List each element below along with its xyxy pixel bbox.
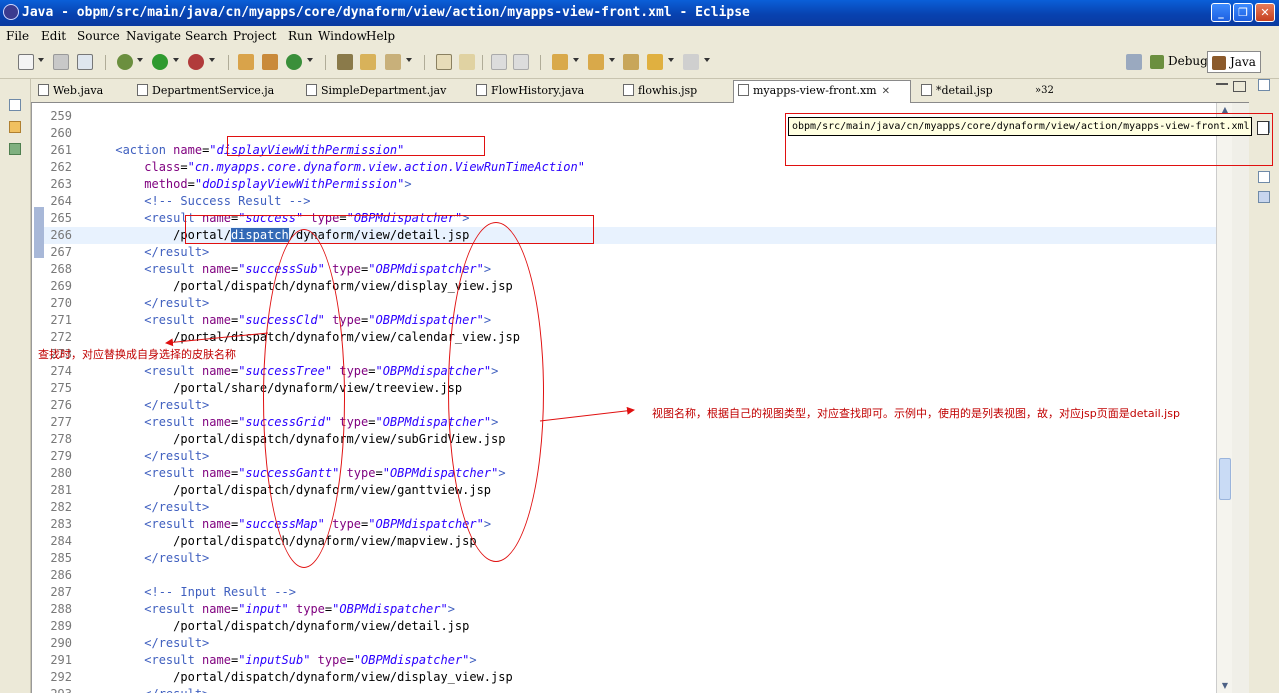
tooltip-document-icon	[1257, 121, 1269, 135]
arrow-left	[165, 332, 269, 347]
annotation-right-note: 视图名称，根据自己的视图类型，对应查找即可。示例中，使用的是列表视图，故，对应j…	[652, 407, 1180, 420]
arrow-right	[539, 406, 635, 422]
annotation-left-note: 查找时，对应替换成自身选择的皮肤名称	[38, 348, 236, 361]
file-path-tooltip: obpm/src/main/java/cn/myapps/core/dynafo…	[788, 117, 1252, 136]
